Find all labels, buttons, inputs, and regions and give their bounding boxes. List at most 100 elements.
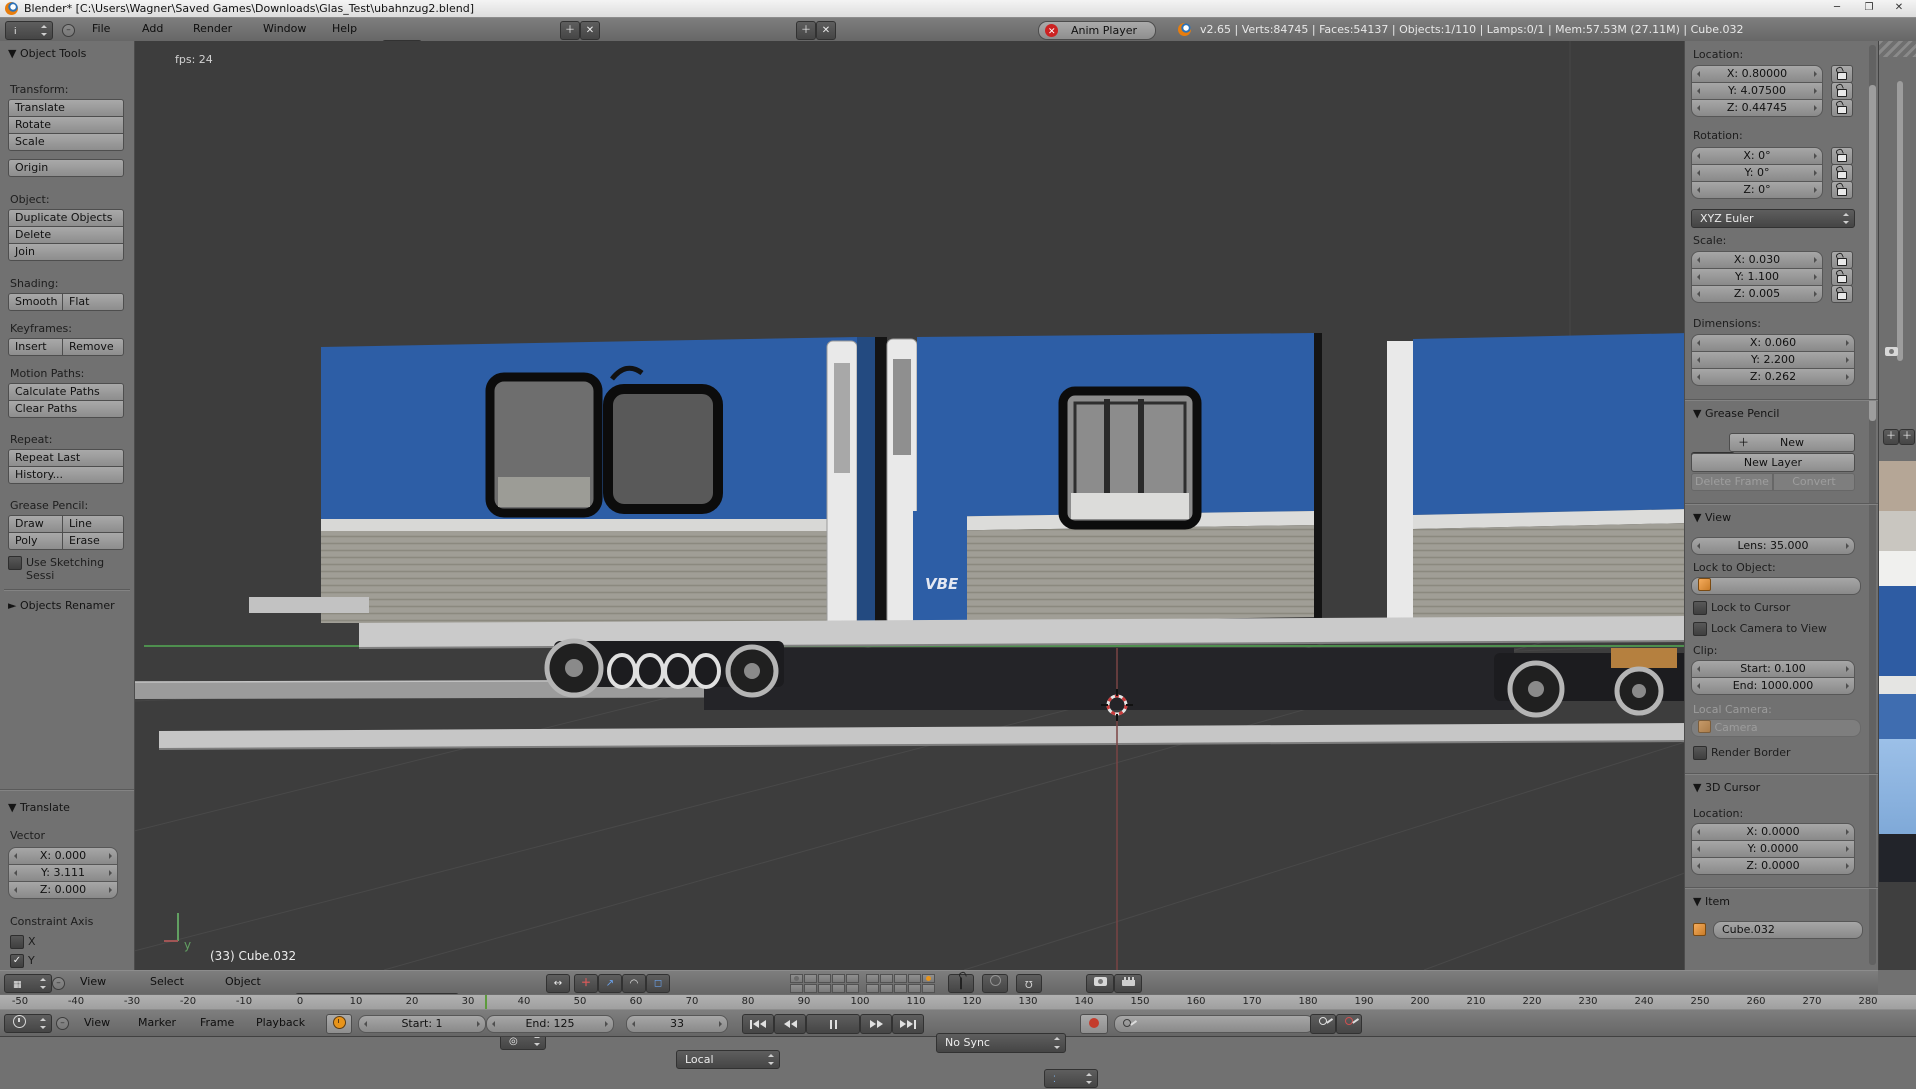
cursor-3d-panel-header[interactable]: ▼ 3D Cursor [1693,781,1760,794]
translate-manipulator-button[interactable]: ＋ [574,974,598,993]
lock-rotation-x-button[interactable] [1831,147,1853,165]
add-scene-button[interactable]: ＋ [796,21,816,40]
add-layout-button[interactable]: ＋ [560,21,580,40]
region-corner-widget[interactable] [1879,41,1916,57]
render-opengl-anim-button[interactable] [1114,974,1142,993]
collapse-menus-icon[interactable]: – [56,1017,69,1030]
delete-keyframe-button[interactable] [1336,1014,1362,1034]
render-opengl-button[interactable] [1086,974,1114,993]
layer-cell[interactable] [908,984,921,993]
arc-manipulator-button[interactable]: ◠ [622,974,646,993]
clip-end-field[interactable]: End: 1000.000 [1691,677,1855,695]
rotate-manipulator-button[interactable]: ↗ [598,974,622,993]
scale-x-field[interactable]: X: 0.030 [1691,251,1823,269]
play-forward-button[interactable] [860,1014,892,1034]
delete-button[interactable]: Delete [8,226,124,244]
menu-view[interactable]: View [80,975,106,988]
layer-cell[interactable] [832,974,845,983]
minimize-button[interactable]: ─ [1822,0,1852,16]
layer-cell[interactable] [832,984,845,993]
rotate-button[interactable]: Rotate [8,116,124,134]
location-z-field[interactable]: Z: 0.44745 [1691,99,1823,117]
translate-operator-panel-header[interactable]: ▼ Translate [8,801,70,814]
menu-window[interactable]: Window [263,22,306,35]
scale-button[interactable]: Scale [8,133,124,151]
duplicate-objects-button[interactable]: Duplicate Objects [8,209,124,227]
menu-frame[interactable]: Frame [200,1016,234,1029]
insert-keyframe-button[interactable] [1310,1014,1336,1034]
layer-cell[interactable] [866,974,879,983]
layer-cell[interactable] [804,984,817,993]
expand-button[interactable]: ＋ [1883,429,1899,445]
lock-location-y-button[interactable] [1831,82,1853,100]
menu-file[interactable]: File [92,22,110,35]
render-border-checkbox[interactable] [1693,746,1707,760]
layer-cell[interactable] [880,984,893,993]
n-panel-scrollbar-thumb[interactable] [1869,85,1876,421]
calculate-paths-button[interactable]: Calculate Paths [8,383,124,401]
rotation-z-field[interactable]: Z: 0° [1691,181,1823,199]
origin-button[interactable]: Origin [8,159,124,177]
lock-to-cursor-checkbox[interactable] [1693,601,1707,615]
snap-element-select[interactable]: ⁚ [1044,1069,1098,1088]
transform-orientation-select[interactable]: Local [676,1050,780,1069]
anim-player-button[interactable]: Anim Player [1038,21,1156,40]
history-button[interactable]: History... [8,466,124,484]
lock-scale-y-button[interactable] [1831,268,1853,286]
cursor-x-field[interactable]: X: 0.0000 [1691,823,1855,841]
current-frame-marker[interactable] [485,995,487,1010]
layer-cell[interactable] [922,984,935,993]
close-button[interactable]: ✕ [1884,0,1914,16]
location-y-field[interactable]: Y: 4.07500 [1691,82,1823,100]
timeline-ruler[interactable]: -50-40-30-20-100102030405060708090100110… [0,994,1916,1010]
lock-location-z-button[interactable] [1831,99,1853,117]
layer-cell[interactable] [866,984,879,993]
insert-keyframe-button[interactable]: Insert [8,338,69,356]
gp-erase-button[interactable]: Erase [62,532,124,550]
dimensions-y-field[interactable]: Y: 2.200 [1691,351,1855,369]
layer-cell[interactable] [894,974,907,983]
delete-scene-button[interactable]: ✕ [816,21,836,40]
vector-x-field[interactable]: X: 0.000 [8,847,118,865]
lock-scale-z-button[interactable] [1831,285,1853,303]
editor-type-button[interactable]: i [5,21,53,40]
properties-editor-sliver[interactable]: ＋ ＋ [1878,41,1916,970]
auto-keyframe-button[interactable] [1080,1014,1108,1034]
join-button[interactable]: Join [8,243,124,261]
preview-range-toggle[interactable] [326,1014,352,1034]
gp-new-button[interactable]: ＋New [1729,433,1855,452]
sliver-scrollbar[interactable] [1897,81,1903,361]
layer-cell[interactable] [790,984,803,993]
gp-poly-button[interactable]: Poly [8,532,69,550]
dimensions-x-field[interactable]: X: 0.060 [1691,334,1855,352]
repeat-last-button[interactable]: Repeat Last [8,449,124,467]
lock-rotation-z-button[interactable] [1831,181,1853,199]
lock-camera-checkbox[interactable] [1693,622,1707,636]
layer-cell[interactable] [846,984,859,993]
constraint-y-checkbox[interactable]: ✓ [10,954,24,968]
delete-layout-button[interactable]: ✕ [580,21,600,40]
collapse-menus-icon[interactable]: – [62,24,75,37]
menu-object[interactable]: Object [225,975,261,988]
layer-cell[interactable] [880,974,893,983]
jump-to-end-button[interactable] [892,1014,924,1034]
item-name-field[interactable]: Cube.032 [1713,921,1863,939]
manipulator-toggle-button[interactable]: ↔ [546,974,570,993]
expand-button[interactable]: ＋ [1899,429,1915,445]
rotation-y-field[interactable]: Y: 0° [1691,164,1823,182]
clear-paths-button[interactable]: Clear Paths [8,400,124,418]
layer-cell[interactable] [818,984,831,993]
rotation-mode-select[interactable]: XYZ Euler [1691,209,1855,228]
lens-field[interactable]: Lens: 35.000 [1691,537,1855,555]
clip-start-field[interactable]: Start: 0.100 [1691,660,1855,678]
frame-end-field[interactable]: End: 125 [486,1015,614,1033]
layer-cell[interactable] [846,974,859,983]
lock-rotation-y-button[interactable] [1831,164,1853,182]
gp-new-layer-button[interactable]: New Layer [1691,453,1855,472]
pause-button[interactable] [806,1014,860,1034]
scale-manipulator-button[interactable]: ◻ [646,974,670,993]
menu-view[interactable]: View [84,1016,110,1029]
layer-cell[interactable] [804,974,817,983]
proportional-edit-button[interactable] [982,974,1008,993]
sync-mode-select[interactable]: No Sync [936,1033,1066,1053]
